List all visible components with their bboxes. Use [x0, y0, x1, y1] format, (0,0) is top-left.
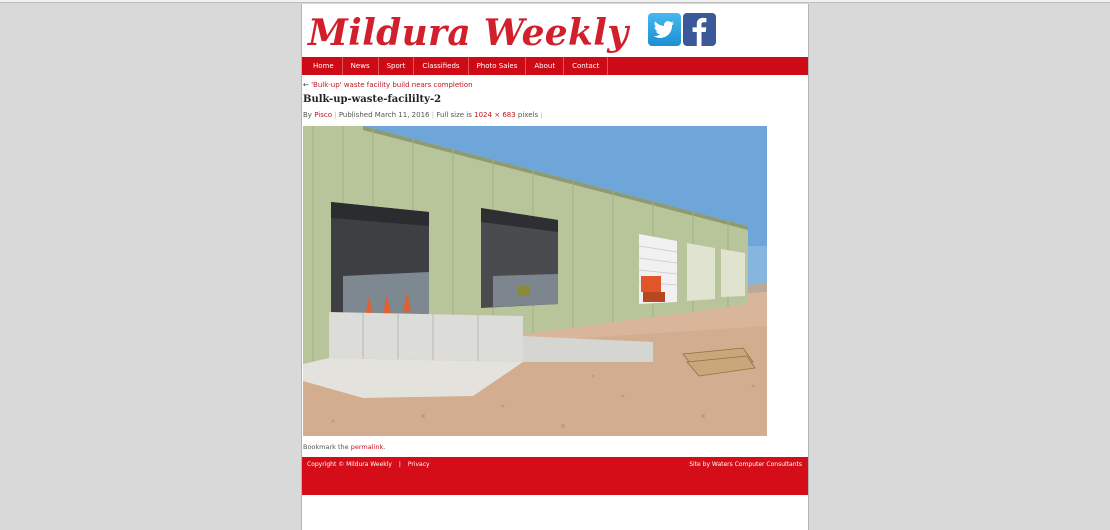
nav-contact[interactable]: Contact: [564, 57, 609, 75]
attachment-image[interactable]: [303, 126, 767, 436]
site-credit-link[interactable]: Site by Waters Computer Consultants: [689, 461, 802, 468]
by-label: By: [303, 111, 312, 119]
pixels-label: pixels: [517, 111, 539, 119]
bookmark-text: Bookmark the: [303, 443, 349, 451]
full-size-label: Full size is: [436, 111, 472, 119]
nav-sport[interactable]: Sport: [379, 57, 415, 75]
entry-meta: By Pisco | Published March 11, 2016 | Fu…: [303, 111, 543, 119]
permalink-link[interactable]: permalink: [351, 443, 384, 451]
browser-top-bar: [0, 0, 1110, 3]
main-navigation: Home News Sport Classifieds Photo Sales …: [302, 57, 808, 75]
privacy-link[interactable]: Privacy: [408, 461, 430, 468]
meta-separator: |: [540, 111, 543, 119]
parent-post-link[interactable]: 'Bulk-up' waste facility build nears com…: [311, 81, 472, 89]
full-size-height[interactable]: 683: [502, 111, 515, 119]
attachment-title: Bulk-up-waste-facililty-2: [303, 94, 442, 105]
footer-divider: |: [398, 461, 401, 468]
bookmark-period: .: [383, 443, 386, 451]
full-size-width[interactable]: 1024: [474, 111, 492, 119]
back-arrow-icon: ←: [303, 81, 309, 89]
site-footer: Copyright © Mildura Weekly | Privacy Sit…: [302, 457, 808, 495]
bookmark-row: Bookmark the permalink.: [303, 443, 385, 451]
nav-photo-sales[interactable]: Photo Sales: [469, 57, 527, 75]
full-size-times[interactable]: ×: [494, 111, 500, 119]
nav-news[interactable]: News: [343, 57, 379, 75]
facebook-icon[interactable]: [683, 13, 716, 46]
footer-left: Copyright © Mildura Weekly | Privacy: [307, 461, 435, 468]
copyright-text: Copyright © Mildura Weekly: [307, 461, 392, 468]
meta-separator: |: [431, 111, 435, 119]
nav-about[interactable]: About: [526, 57, 565, 75]
nav-home[interactable]: Home: [302, 57, 343, 75]
page-container: Mildura Weekly Home News Sport Classifie…: [301, 4, 809, 530]
meta-separator: |: [334, 111, 337, 119]
parent-post-link-row: ← 'Bulk-up' waste facility build nears c…: [303, 81, 473, 89]
site-logo[interactable]: Mildura Weekly: [308, 8, 628, 58]
twitter-icon[interactable]: [648, 13, 681, 46]
author-link[interactable]: Pisco: [314, 111, 332, 119]
nav-classifieds[interactable]: Classifieds: [414, 57, 469, 75]
published-date: Published March 11, 2016: [338, 111, 430, 119]
